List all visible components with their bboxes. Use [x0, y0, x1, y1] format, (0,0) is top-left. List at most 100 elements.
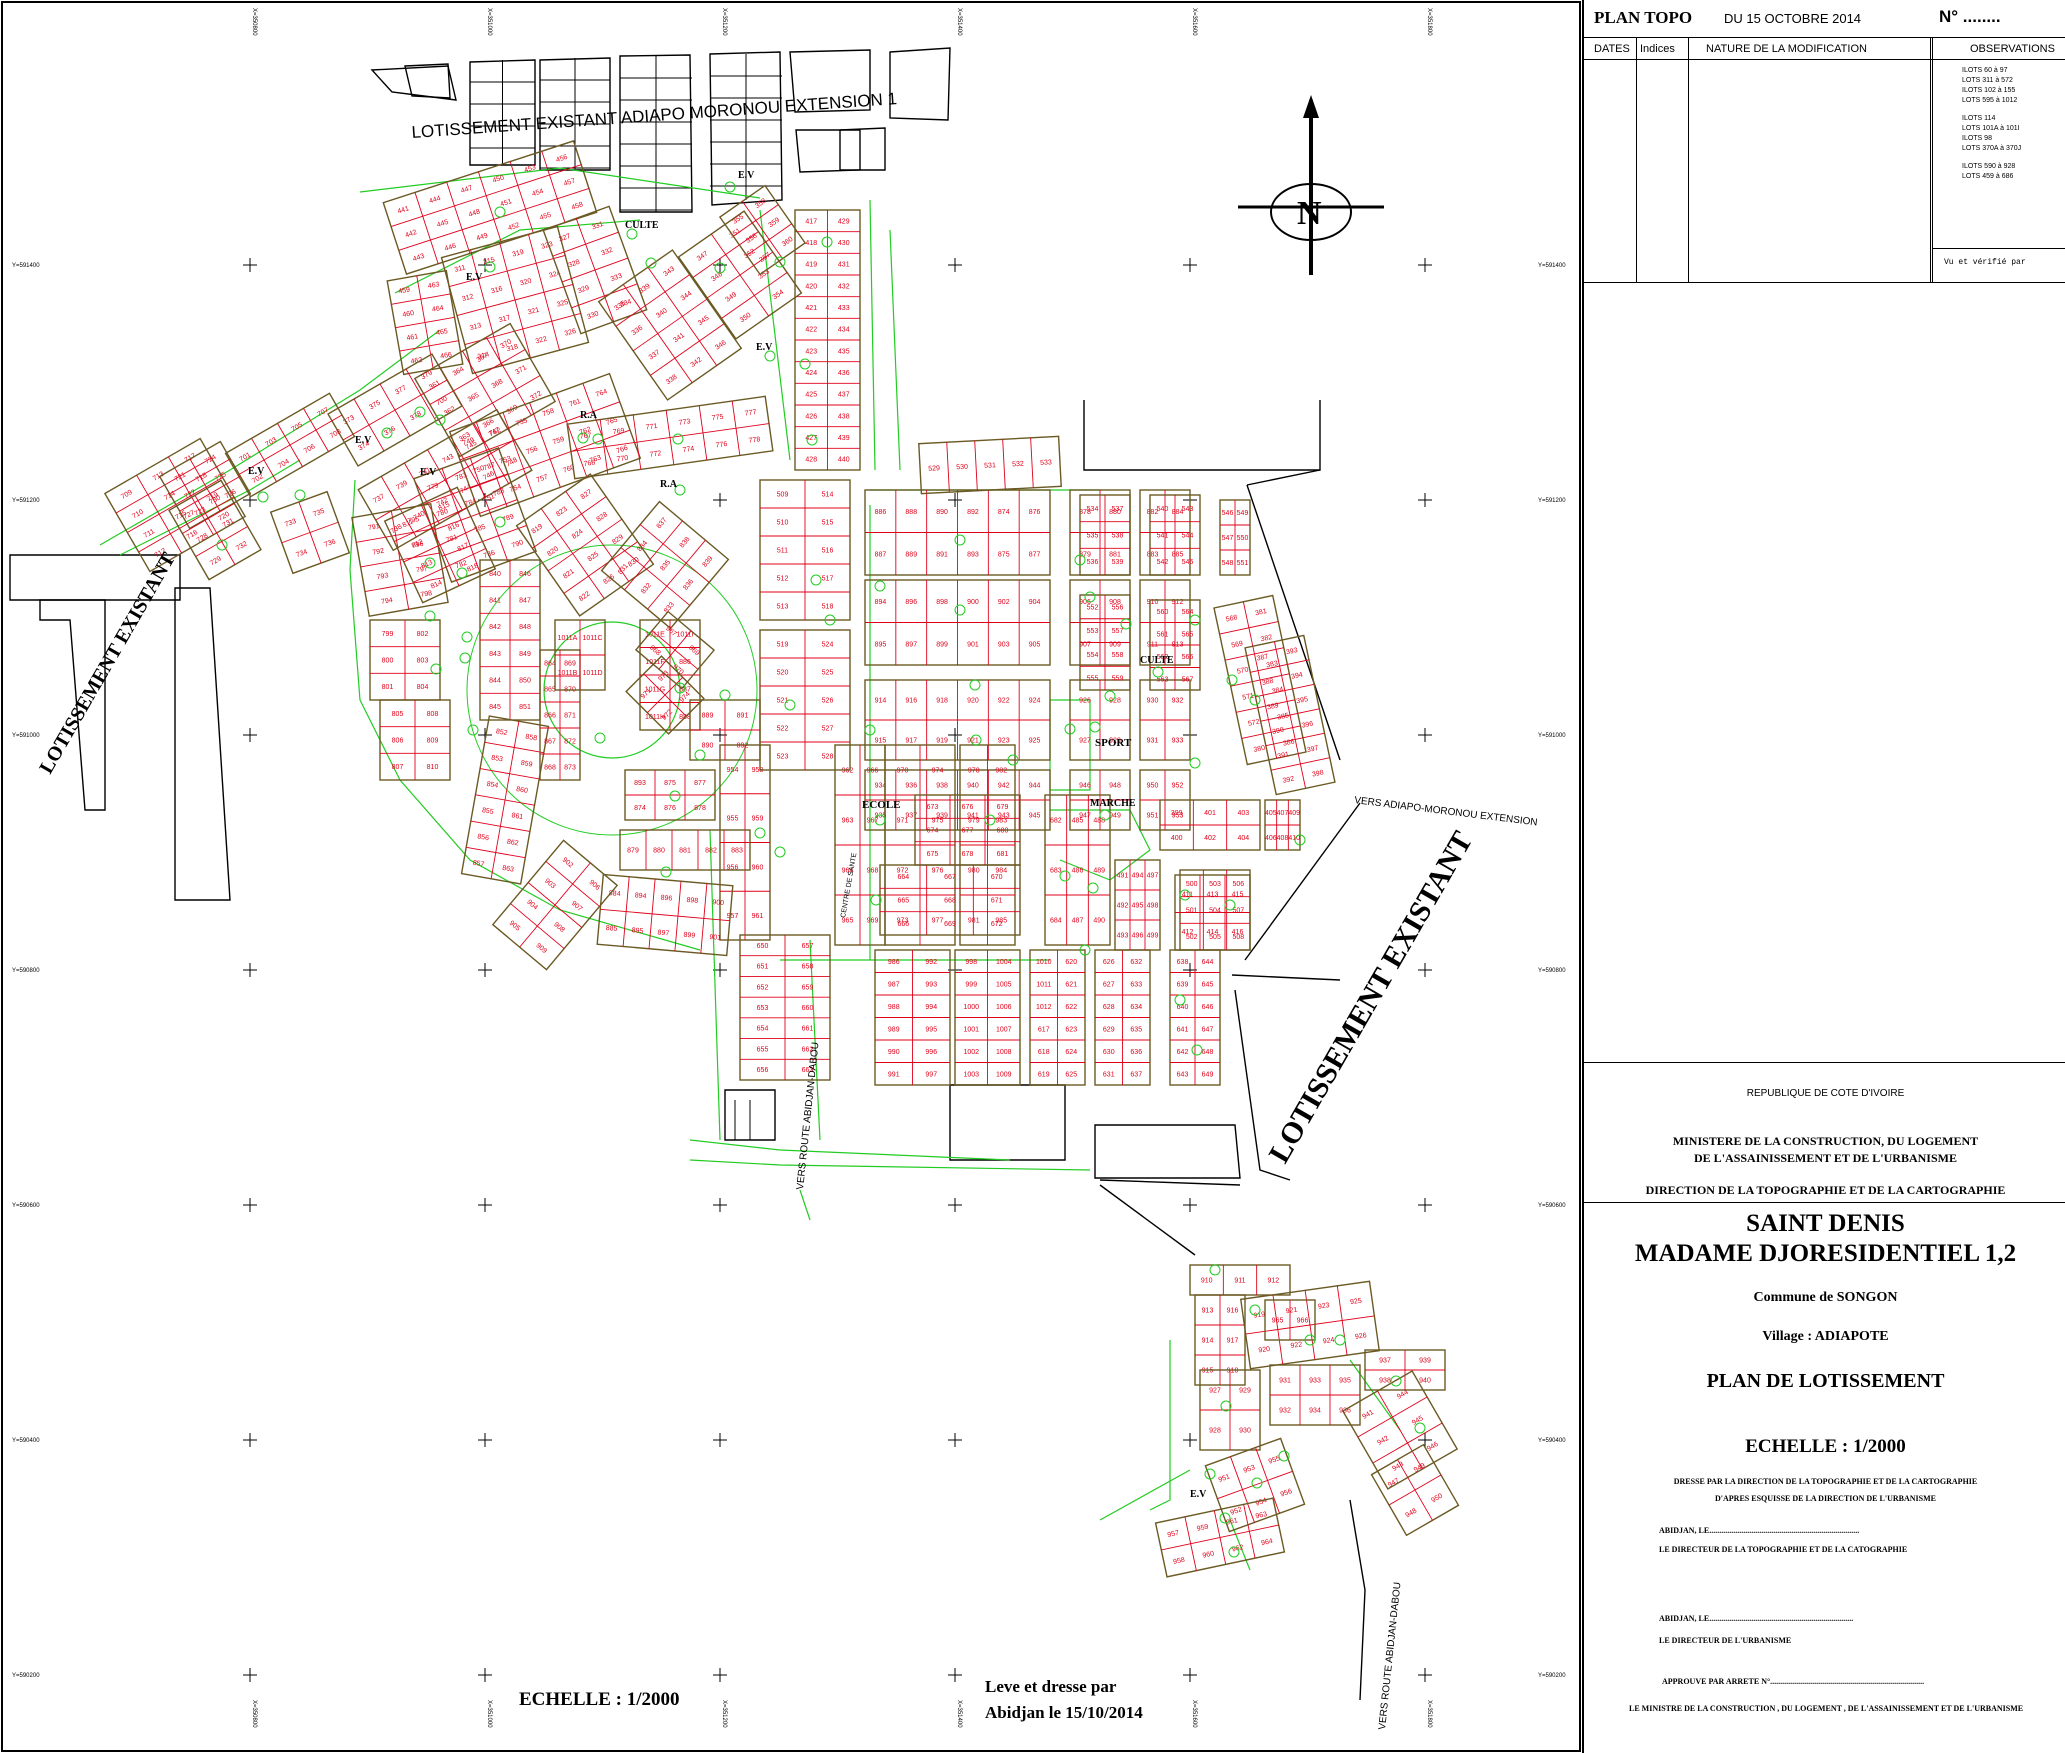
lot-number: 315 — [483, 256, 496, 266]
cartouche-ministry-1: MINISTERE DE LA CONSTRUCTION, DU LOGEMEN… — [1672, 1134, 1979, 1148]
lot-number: 938 — [936, 783, 948, 790]
lot-number: 913 — [1202, 1308, 1214, 1315]
lot-number: 446 — [444, 243, 457, 253]
lot-number: 850 — [519, 678, 531, 685]
lot-number: 951 — [1218, 1473, 1231, 1484]
lot-number: 838 — [679, 536, 692, 550]
lot-number: 623 — [1065, 1026, 1077, 1033]
lot-number: 981 — [968, 918, 980, 925]
lot-number: 1006 — [996, 1004, 1012, 1011]
obs-item: LOTS 311 à 572 — [1962, 77, 2013, 84]
lot-number: 791 — [368, 523, 381, 532]
lot-number: 349 — [725, 291, 739, 303]
lot-number: 916 — [905, 698, 917, 705]
lot-number: 545 — [1182, 559, 1194, 566]
lot-number: 404 — [1237, 835, 1249, 842]
lot-number: 405 — [1265, 810, 1277, 817]
lot-number: 544 — [1182, 533, 1194, 540]
lot-number: 408 — [1277, 835, 1289, 842]
lot-number: 500 — [1186, 881, 1198, 888]
lot-number: 466 — [440, 351, 453, 360]
lot-number: 365 — [467, 392, 481, 404]
green-marker — [754, 827, 766, 839]
label-ev-3: E.V — [756, 342, 773, 353]
boundary-road — [1231, 974, 1341, 981]
label-ev-5: E.V — [420, 467, 437, 478]
lot-number: 998 — [965, 959, 977, 966]
lot-number: 942 — [998, 783, 1010, 790]
grid-label-bottom: X=350800 — [251, 1700, 257, 1728]
lot-number: 550 — [1237, 535, 1249, 542]
lot-number: 548 — [1222, 560, 1234, 567]
lot-number: 330 — [586, 310, 599, 321]
lot-number: 558 — [1112, 652, 1124, 659]
lot-number: 892 — [737, 743, 749, 750]
header-rule — [1584, 37, 2065, 38]
lot-number: 391 — [1277, 751, 1290, 760]
lot-line — [624, 520, 683, 591]
lot-number: 883 — [731, 848, 743, 855]
lot-number: 817 — [457, 542, 471, 553]
lot-number: 877 — [1029, 551, 1041, 558]
lot-block: 3113123133143153163173183193203213223233… — [440, 225, 590, 375]
label-ra-2: R.A — [660, 479, 678, 490]
lot-number: 376 — [383, 425, 397, 437]
lot-line — [1225, 647, 1284, 661]
lot-number: 431 — [838, 262, 850, 269]
header-date: DU 15 OCTOBRE 2014 — [1724, 11, 1862, 26]
lot-number: 917 — [905, 738, 917, 745]
lot-blocks: 886 887 888 889 890 891 892 893 874 875 876 877 878 8… — [103, 140, 1460, 1578]
lot-number: 650 — [757, 943, 769, 950]
lot-line — [484, 741, 544, 754]
lot-number: 1011B — [558, 670, 578, 677]
lot-block: 937 938 939 940 — [1364, 1349, 1446, 1391]
lot-number: 873 — [564, 765, 576, 772]
lot-number: 1000 — [963, 1004, 979, 1011]
lot-number: 635 — [1130, 1026, 1142, 1033]
lot-number: 434 — [838, 327, 850, 334]
lot-number: 364 — [452, 366, 466, 378]
lot-number: 551 — [1237, 560, 1249, 567]
lot-number: 649 — [1202, 1071, 1214, 1078]
col-sep-3 — [1930, 37, 1931, 282]
lot-line — [1002, 439, 1006, 490]
lot-number: 926 — [1079, 698, 1091, 705]
green-marker — [810, 574, 822, 586]
lot-number: 660 — [802, 1005, 814, 1012]
lot-number: 822 — [578, 591, 592, 603]
lot-number: 966 — [1297, 1318, 1309, 1325]
lot-number: 438 — [838, 413, 850, 420]
lot-number: 681 — [997, 851, 1009, 858]
lot-number: 881 — [679, 848, 691, 855]
lot-number: 970 — [897, 768, 909, 775]
label-culte-2: CULTE — [1140, 655, 1174, 666]
lot-block: 399 400 401 402 403 404 — [1159, 799, 1261, 851]
lot-number: 413 — [1207, 891, 1219, 898]
road-edge — [869, 199, 876, 471]
grid-label-right: Y=590800 — [1538, 968, 1566, 974]
cartouche-approved: APPROUVE PAR ARRETE N°..................… — [1662, 1677, 1925, 1686]
existing-parcel — [370, 65, 457, 101]
lot-number: 347 — [696, 250, 710, 262]
lot-number: 798 — [420, 590, 433, 599]
lot-number: 377 — [394, 384, 408, 396]
lot-number: 953 — [1243, 1464, 1256, 1475]
lot-number: 920 — [967, 698, 979, 705]
lot-number: 950 — [1430, 1493, 1444, 1505]
lot-number: 397 — [1306, 745, 1319, 754]
lot-number: 394 — [1291, 672, 1304, 681]
lot-number: 969 — [867, 918, 879, 925]
lot-block: 540 541 542 543 544 545 — [1149, 494, 1201, 576]
lot-number: 527 — [822, 726, 834, 733]
lot-number: 621 — [1065, 981, 1077, 988]
lot-number: 922 — [998, 698, 1010, 705]
lot-number: 933 — [1309, 1378, 1321, 1385]
lot-number: 387 — [1256, 653, 1269, 662]
lot-number: 639 — [1177, 981, 1189, 988]
lot-number: 490 — [1093, 918, 1105, 925]
lot-block: 799 800 801 802 803 804 — [369, 619, 441, 701]
lot-number: 960 — [752, 864, 764, 871]
lot-block: 913 914 915 916 917 918 — [1194, 1294, 1246, 1386]
lot-number: 426 — [805, 413, 817, 420]
verified-label: Vu et vérifié par — [1944, 258, 2026, 267]
